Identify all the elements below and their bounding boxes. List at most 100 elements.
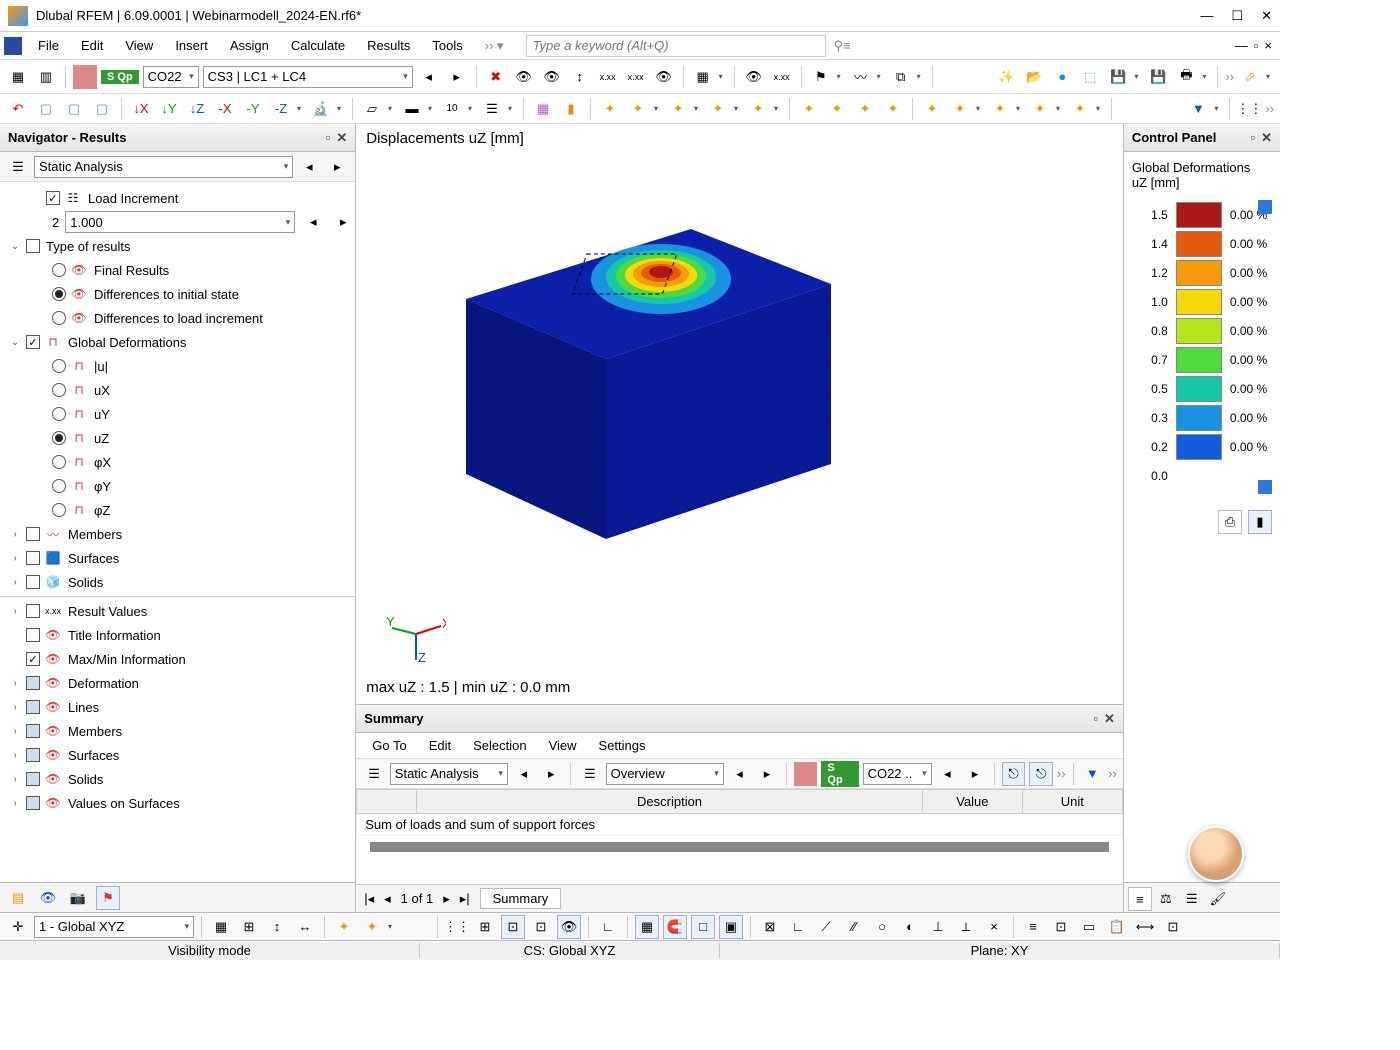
tool-xxx3-icon[interactable]: x.xx [770,65,794,89]
tool-mesh-icon[interactable]: ▦ [531,97,555,121]
tool-print-icon[interactable]: 🖶 [1174,65,1198,89]
tool-cloud-icon[interactable]: ● [1050,65,1074,89]
tree-maxmin-info[interactable]: Max/Min Information [66,652,186,667]
legend-top-handle[interactable] [1258,200,1272,214]
tool-microscope-icon[interactable]: 🔬 [309,97,333,121]
sum-selection[interactable]: Selection [463,736,536,755]
bt-5-icon[interactable]: ✦ [332,915,356,939]
ctrl-close-icon[interactable]: ✕ [1261,130,1272,146]
axis-x-icon[interactable]: ↓X [129,97,153,121]
bt-1-icon[interactable]: ▦ [209,915,233,939]
tree-deformation[interactable]: Deformation [66,676,139,691]
tool-eye4-icon[interactable]: 👁 [742,65,766,89]
tool-s11-icon[interactable]: ✦ [948,97,972,121]
close-button[interactable]: ✕ [1261,8,1272,24]
navtab-3-icon[interactable]: 📷 [66,886,90,910]
bt-6-icon[interactable]: ✦ [360,915,384,939]
gd-phiy[interactable]: φY [92,479,111,494]
bt-4-icon[interactable]: ↔ [293,915,317,939]
bt-r4-icon[interactable]: ▣ [719,915,743,939]
bt-2-icon[interactable]: ⊞ [237,915,261,939]
sumcol-desc[interactable]: Description [417,790,923,814]
tree-lines[interactable]: Lines [66,700,99,715]
nav-analysis-combo[interactable]: Static Analysis [34,156,293,178]
tool-box1-icon[interactable]: ▢ [34,97,58,121]
sum-c3-prev[interactable]: ◂ [936,762,960,786]
tor-diff-initial[interactable]: Differences to initial state [92,287,239,302]
tool-box2-icon[interactable]: ▢ [62,97,86,121]
tor-final[interactable]: Final Results [92,263,169,278]
search-input[interactable] [526,35,826,57]
tool-plane-icon[interactable]: ▬ [400,97,424,121]
nav-next-button[interactable]: ▸ [325,155,349,179]
menu-overflow-icon[interactable]: ›› ▾ [485,38,504,54]
tool-s7-icon[interactable]: ✦ [825,97,849,121]
tree-values-surfaces[interactable]: Values on Surfaces [66,796,180,811]
tool-new-icon[interactable]: ✨ [994,65,1018,89]
sum-c3-next[interactable]: ▸ [963,762,987,786]
sum-swatch-icon[interactable] [794,762,818,786]
combo-lc[interactable]: CO22 [143,66,199,88]
sum-overflow2-icon[interactable]: ›› [1108,766,1117,781]
tool-flag-icon[interactable]: ⚑ [809,65,833,89]
tool-delete-icon[interactable]: ✖ [484,65,508,89]
ctrltab-1-icon[interactable]: ≡ [1128,887,1152,911]
navtab-1-icon[interactable]: ▤ [6,886,30,910]
tool-b-icon[interactable]: ▥ [34,65,58,89]
sum-link1-icon[interactable]: ⎋ [1002,762,1026,786]
tool-save-icon[interactable]: 💾 [1106,65,1130,89]
bt-snap2-icon[interactable]: ⊡ [529,915,553,939]
navtab-2-icon[interactable]: 👁 [36,886,60,910]
bt-combo-cs[interactable]: 1 - Global XYZ [34,916,194,938]
bt-ang-icon[interactable]: ∟ [596,915,620,939]
ctrl-opt1-icon[interactable]: ⎙ [1218,510,1242,534]
bt-s7-icon[interactable]: ⊥ [926,915,950,939]
sum-goto[interactable]: Go To [362,736,416,755]
tor-diff-increment[interactable]: Differences to load increment [92,311,263,326]
axis-z-icon[interactable]: ↓Z [185,97,209,121]
axis-ny-icon[interactable]: -Y [241,97,265,121]
tool-misc-icon[interactable]: ⧉ [889,65,913,89]
toolbar-overflow-icon[interactable]: ›› [1225,69,1234,84]
menubar-minimize-icon[interactable]: — [1235,38,1248,53]
tree-global-def[interactable]: Global Deformations [66,335,187,350]
sum-filter-icon[interactable]: ▼ [1081,762,1105,786]
toolbar2-overflow-icon[interactable]: ›› [1265,101,1274,116]
tool-wave-icon[interactable]: 〰 [849,65,873,89]
axis-nz-icon[interactable]: -Z [269,97,293,121]
maximize-button[interactable]: ☐ [1231,8,1243,24]
tree-members[interactable]: Members [66,527,122,542]
tool-s8-icon[interactable]: ✦ [853,97,877,121]
sum-settings[interactable]: Settings [589,736,656,755]
color-swatch-icon[interactable] [73,65,97,89]
axis-nx-icon[interactable]: -X [213,97,237,121]
bt-r3-icon[interactable]: □ [691,915,715,939]
gd-u[interactable]: |u| [92,359,108,374]
bt-s9-icon[interactable]: × [982,915,1006,939]
tool-s6-icon[interactable]: ✦ [797,97,821,121]
tool-grid-icon[interactable]: ▦ [691,65,715,89]
tree-title-info[interactable]: Title Information [66,628,161,643]
sum-combo2[interactable]: Overview [606,763,724,785]
menubar-close-icon[interactable]: × [1264,38,1272,53]
li-prev-button[interactable]: ◂ [301,210,325,234]
prev-lc-button[interactable]: ◂ [417,65,441,89]
search-options-icon[interactable]: ⚲≡ [834,38,851,54]
bt-t5-icon[interactable]: ⟷ [1133,915,1157,939]
assistant-avatar-icon[interactable] [1188,826,1244,882]
tool-filter-icon[interactable]: ▼ [1186,97,1210,121]
ctrltab-4-icon[interactable]: 🖌 [1206,887,1230,911]
tool-s13-icon[interactable]: ✦ [1028,97,1052,121]
menu-calculate[interactable]: Calculate [281,35,355,56]
menu-edit[interactable]: Edit [71,35,113,56]
bt-s2-icon[interactable]: ∟ [786,915,810,939]
tool-fill-icon[interactable]: ▮ [559,97,583,121]
tool-open-icon[interactable]: 📂 [1022,65,1046,89]
bt-s3-icon[interactable]: ⟋ [814,915,838,939]
bt-s4-icon[interactable]: ⁄⁄ [842,915,866,939]
pager-tab[interactable]: Summary [480,888,562,909]
gd-uz[interactable]: uZ [92,431,109,446]
tree-members2[interactable]: Members [66,724,122,739]
minimize-button[interactable]: — [1200,8,1213,24]
tool-undo-chain-icon[interactable]: ↶ [6,97,30,121]
